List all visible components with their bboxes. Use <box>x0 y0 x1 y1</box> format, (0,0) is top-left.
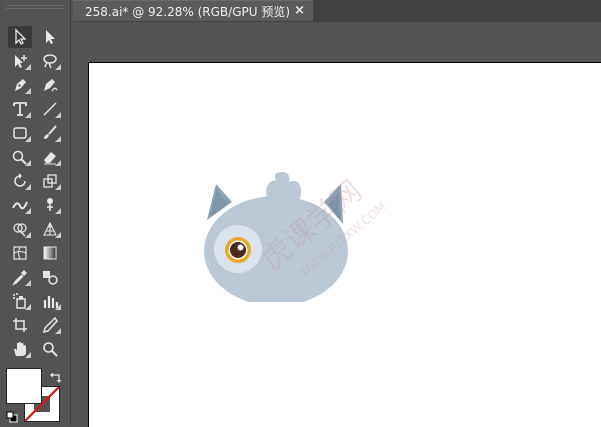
eye-pupil[interactable] <box>230 242 246 258</box>
scale-tool-icon[interactable] <box>38 170 62 192</box>
artboard-tool-icon[interactable] <box>8 314 32 336</box>
line-segment-tool-icon[interactable] <box>38 98 62 120</box>
owl-head-artwork[interactable] <box>196 162 356 302</box>
shape-builder-tool-icon[interactable] <box>8 218 32 240</box>
zoom-tool-icon[interactable] <box>38 338 62 360</box>
default-fill-stroke-icon[interactable] <box>6 408 18 423</box>
column-graph-tool-icon[interactable] <box>38 290 62 312</box>
close-icon[interactable]: × <box>294 3 305 18</box>
fill-swatch[interactable] <box>6 368 42 404</box>
hand-tool-icon[interactable] <box>8 338 32 360</box>
rectangle-tool-icon[interactable] <box>8 122 32 144</box>
direct-selection-tool-icon[interactable] <box>38 26 62 48</box>
blend-tool-icon[interactable] <box>38 266 62 288</box>
perspective-grid-tool-icon[interactable] <box>38 218 62 240</box>
group-selection-tool-icon[interactable] <box>8 50 32 72</box>
paintbrush-tool-icon[interactable] <box>38 122 62 144</box>
document-tab-title: 258.ai* @ 92.28% (RGB/GPU 预览) <box>85 4 291 19</box>
symbol-sprayer-tool-icon[interactable] <box>8 290 32 312</box>
curvature-tool-icon[interactable] <box>38 74 62 96</box>
document-tab-bar: 258.ai* @ 92.28% (RGB/GPU 预览) × <box>73 0 601 22</box>
fill-stroke-widget <box>6 368 64 424</box>
document-tab[interactable]: 258.ai* @ 92.28% (RGB/GPU 预览) × <box>73 0 313 21</box>
gradient-tool-icon[interactable] <box>38 242 62 264</box>
rotate-tool-icon[interactable] <box>8 170 32 192</box>
lasso-tool-icon[interactable] <box>38 50 62 72</box>
eyedropper-tool-icon[interactable] <box>8 266 32 288</box>
puppet-warp-tool-icon[interactable] <box>38 194 62 216</box>
pen-tool-icon[interactable] <box>8 74 32 96</box>
tools-panel <box>0 0 71 426</box>
slice-tool-icon[interactable] <box>38 314 62 336</box>
width-tool-icon[interactable] <box>8 194 32 216</box>
type-tool-icon[interactable] <box>8 98 32 120</box>
shaper-tool-icon[interactable] <box>8 146 32 168</box>
selection-tool-icon[interactable] <box>8 26 32 48</box>
canvas-workspace[interactable]: 虎课学网 WWW.RJZXW.COM <box>73 22 601 427</box>
panel-grip[interactable] <box>6 5 64 16</box>
swap-fill-stroke-icon[interactable] <box>50 368 62 383</box>
eraser-tool-icon[interactable] <box>38 146 62 168</box>
artboard[interactable]: 虎课学网 WWW.RJZXW.COM <box>88 62 601 427</box>
mesh-tool-icon[interactable] <box>8 242 32 264</box>
